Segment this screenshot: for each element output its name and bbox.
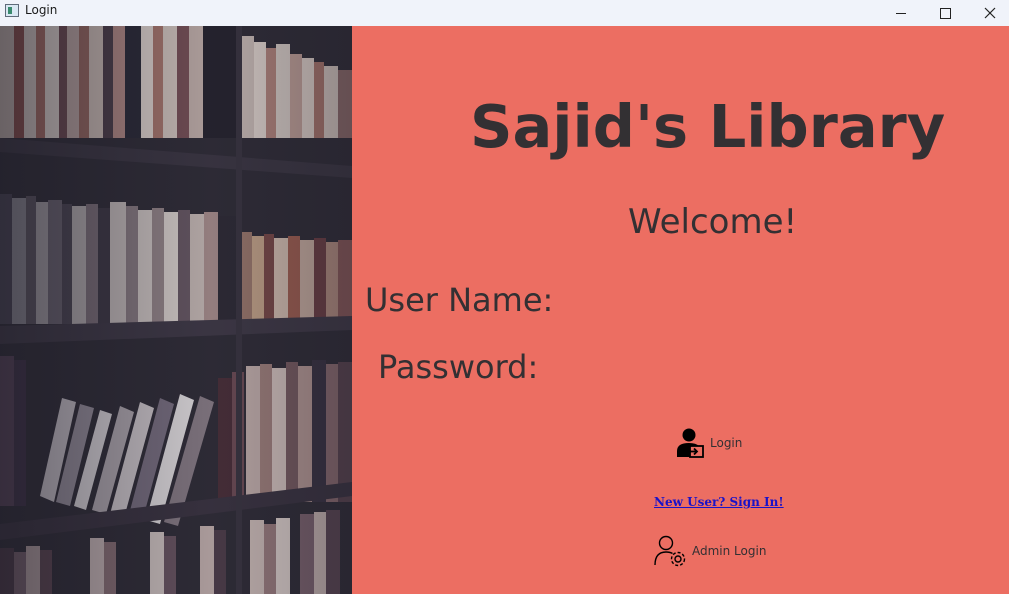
signup-link[interactable]: New User? Sign In! xyxy=(654,495,784,509)
minimize-icon xyxy=(896,12,906,14)
username-label: User Name: xyxy=(365,281,554,319)
admin-login-button[interactable]: Admin Login xyxy=(654,534,766,568)
user-gear-icon xyxy=(654,535,686,567)
username-input[interactable] xyxy=(582,288,986,324)
bookshelf-image xyxy=(0,26,352,594)
password-label: Password: xyxy=(378,348,539,386)
maximize-icon xyxy=(939,7,951,19)
login-panel: Sajid's Library Welcome! User Name: Pass… xyxy=(352,26,1009,594)
bookshelf-illustration xyxy=(0,26,352,594)
login-button-label: Login xyxy=(710,436,743,450)
window-title: Login xyxy=(25,3,58,17)
login-button[interactable]: Login xyxy=(676,426,742,460)
admin-login-button-label: Admin Login xyxy=(692,544,767,558)
welcome-text: Welcome! xyxy=(628,202,798,242)
app-title: Sajid's Library xyxy=(470,92,946,161)
maximize-button[interactable] xyxy=(922,0,968,26)
password-input[interactable] xyxy=(582,355,986,391)
close-icon xyxy=(984,7,996,19)
app-icon xyxy=(5,4,19,17)
user-login-icon xyxy=(677,428,704,458)
title-bar: Login xyxy=(0,0,1009,27)
close-button[interactable] xyxy=(967,0,1009,26)
minimize-button[interactable] xyxy=(878,0,924,26)
